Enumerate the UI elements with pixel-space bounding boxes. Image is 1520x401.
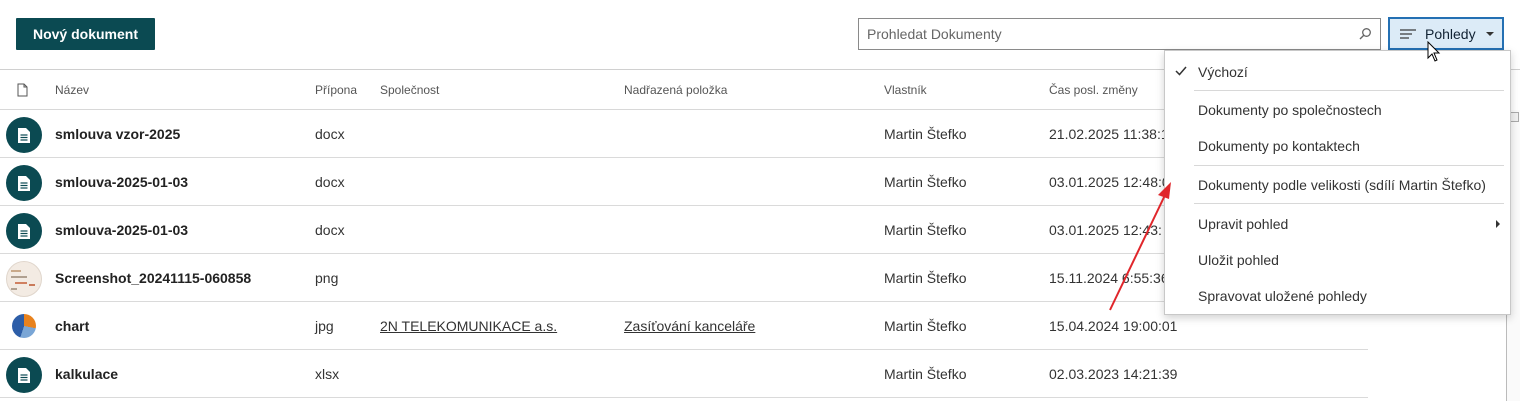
views-dropdown-menu: Výchozí Dokumenty po společnostech Dokum… [1164,50,1511,315]
cell-owner: Martin Štefko [884,366,967,382]
cell-modified: 15.11.2024 6:55:36 [1049,270,1169,286]
cell-name[interactable]: smlouva-2025-01-03 [55,174,188,190]
mouse-cursor-icon [1427,41,1441,62]
menu-divider [1194,165,1504,166]
menu-item-edit-view[interactable]: Upravit pohled [1165,206,1510,242]
cell-modified: 02.03.2023 14:21:39 [1049,366,1178,382]
cell-modified: 15.04.2024 19:00:01 [1049,318,1178,334]
cell-modified: 03.01.2025 12:48:0 [1049,174,1170,190]
views-button-label: Pohledy [1425,25,1476,42]
cell-company[interactable]: 2N TELEKOMUNIKACE a.s. [380,318,557,334]
menu-item-label: Uložit pohled [1198,252,1279,268]
views-button[interactable]: Pohledy [1388,17,1504,50]
table-header: Název Přípona Společnost Nadřazená polož… [0,70,1368,110]
menu-item-save-view[interactable]: Uložit pohled [1165,242,1510,278]
document-icon [6,117,42,153]
table-row[interactable]: smlouva vzor-2025 docx Martin Štefko 21.02.… [0,110,1368,158]
cell-name[interactable]: smlouva-2025-01-03 [55,222,188,238]
cell-extension: docx [315,174,345,190]
menu-item-label: Spravovat uložené pohledy [1198,288,1367,304]
menu-item-by-contacts[interactable]: Dokumenty po kontaktech [1165,128,1510,164]
column-header-name[interactable]: Název [55,83,89,97]
cell-owner: Martin Štefko [884,126,967,142]
cell-extension: png [315,270,339,286]
cell-modified: 03.01.2025 12:43: [1049,222,1162,238]
check-icon [1175,66,1187,76]
documents-table: Název Přípona Společnost Nadřazená polož… [0,70,1368,398]
search-box[interactable] [858,18,1381,50]
cell-owner: Martin Štefko [884,174,967,190]
document-icon [6,165,42,201]
menu-item-by-companies[interactable]: Dokumenty po společnostech [1165,92,1510,128]
cell-name[interactable]: smlouva vzor-2025 [55,126,180,142]
cell-owner: Martin Štefko [884,222,967,238]
column-header-modified[interactable]: Čas posl. změny [1049,83,1138,97]
cell-name[interactable]: chart [55,318,89,334]
column-header-owner[interactable]: Vlastník [884,83,927,97]
table-row[interactable]: chart jpg 2N TELEKOMUNIKACE a.s. Zasíťování… [0,302,1368,350]
views-lines-icon [1400,28,1416,39]
cell-parent[interactable]: Zasíťování kanceláře [624,318,755,334]
document-icon [6,213,42,249]
column-header-parent[interactable]: Nadřazená položka [624,83,727,97]
menu-divider [1194,203,1504,204]
document-icon [6,357,42,393]
column-header-company[interactable]: Společnost [380,83,439,97]
cell-extension: docx [315,222,345,238]
search-input[interactable] [859,19,1339,49]
table-row[interactable]: kalkulace xlsx Martin Štefko 02.03.2023 14:… [0,350,1368,398]
cell-extension: xlsx [315,366,340,382]
menu-item-default-view[interactable]: Výchozí [1165,54,1510,90]
search-icon[interactable] [1358,27,1372,41]
menu-item-label: Výchozí [1198,64,1248,80]
cell-extension: jpg [315,318,334,334]
cell-owner: Martin Štefko [884,318,967,334]
cell-name[interactable]: Screenshot_20241115-060858 [55,270,251,286]
cell-modified: 21.02.2025 11:38:1 [1049,126,1169,142]
image-thumbnail-icon [6,261,42,297]
cell-extension: docx [315,126,345,142]
new-document-button[interactable]: Nový dokument [16,18,155,50]
table-row[interactable]: smlouva-2025-01-03 docx Martin Štefko 03.01… [0,158,1368,206]
menu-divider [1194,90,1504,91]
file-icon [17,83,28,97]
table-row[interactable]: smlouva-2025-01-03 docx Martin Štefko 03.01… [0,206,1368,254]
menu-item-label: Dokumenty po kontaktech [1198,138,1360,154]
table-row[interactable]: Screenshot_20241115-060858 png Martin Štef… [0,254,1368,302]
cell-name[interactable]: kalkulace [55,366,118,382]
menu-item-manage-views[interactable]: Spravovat uložené pohledy [1165,278,1510,314]
pie-chart-thumbnail-icon [12,314,36,338]
menu-item-by-size[interactable]: Dokumenty podle velikosti (sdílí Martin … [1165,167,1510,203]
menu-item-label: Dokumenty podle velikosti (sdílí Martin … [1198,177,1486,193]
cell-owner: Martin Štefko [884,270,967,286]
chevron-right-icon [1496,220,1500,228]
menu-item-label: Upravit pohled [1198,216,1289,232]
chevron-down-icon [1485,31,1494,36]
column-header-extension[interactable]: Přípona [315,83,357,97]
menu-item-label: Dokumenty po společnostech [1198,102,1382,118]
